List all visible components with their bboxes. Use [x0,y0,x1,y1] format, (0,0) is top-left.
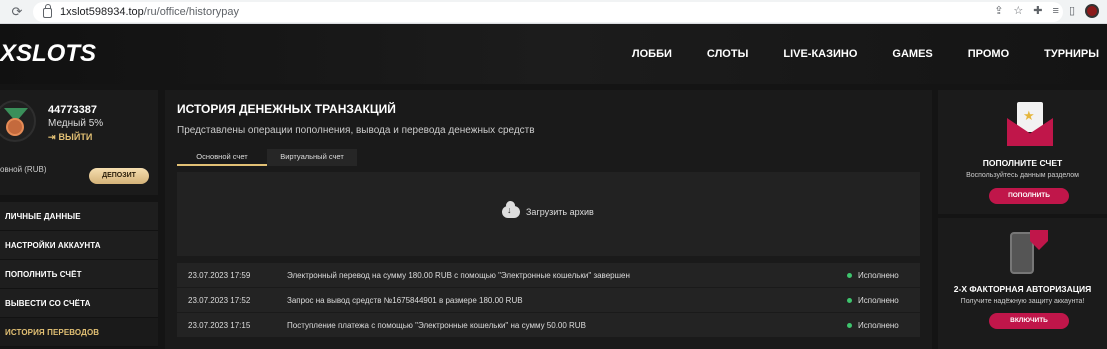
menu-topup[interactable]: ПОПОЛНИТЬ СЧЁТ [0,260,158,289]
tx-description: Электронный перевод на сумму 180.00 RUB … [287,271,630,280]
topup-title: ПОПОЛНИТЕ СЧЕТ [982,158,1063,168]
menu-personal-data[interactable]: ЛИЧНЫЕ ДАННЫЕ [0,202,158,231]
reload-icon[interactable]: ⟳ [0,4,34,20]
tx-status: Исполнено [858,321,899,330]
profile-card: 44773387 Медный 5% ⇥ ВЫЙТИ овной (RUB) ДЕ… [0,90,158,195]
twofa-card: 2-Х ФАКТОРНАЯ АВТОРИЗАЦИЯ Получите надёж… [938,218,1107,349]
nav-live-casino[interactable]: LIVE-КАЗИНО [783,48,857,60]
user-id: 44773387 [48,104,97,116]
status-dot-icon [847,323,852,328]
sidepanel-icon[interactable]: ▯ [1069,4,1075,18]
nav-promo[interactable]: ПРОМО [968,48,1009,60]
nav-tournaments[interactable]: ТУРНИРЫ [1044,48,1099,60]
twofa-subtitle: Получите надёжную защиту аккаунта! [960,298,1085,305]
url-text[interactable]: 1xslot598934.top/ru/office/historypay [60,6,239,18]
twofa-title: 2-Х ФАКТОРНАЯ АВТОРИЗАЦИЯ [953,284,1092,294]
archive-panel: Загрузить архив [177,172,920,256]
tab-main-account[interactable]: Основной счет [177,149,267,166]
cloud-download-icon [502,201,520,218]
page-subtitle: Представлены операции пополнения, вывода… [177,125,535,136]
account-tabs: Основной счет Виртуальный счет [177,149,357,166]
tx-date: 23.07.2023 17:52 [188,296,251,305]
nav-lobby[interactable]: ЛОББИ [632,48,672,60]
twofa-enable-button[interactable]: ВКЛЮЧИТЬ [989,313,1069,329]
bookmark-star-icon[interactable]: ☆ [1013,4,1023,18]
download-archive-button[interactable]: Загрузить архив [502,201,594,218]
table-row[interactable]: 23.07.2023 17:59 Электронный перевод на … [177,263,920,287]
share-icon[interactable]: ⇪ [994,4,1003,18]
profile-avatar[interactable] [1085,4,1099,18]
lock-icon[interactable] [43,4,52,18]
logout-icon: ⇥ [48,132,56,142]
status-dot-icon [847,273,852,278]
nav-slots[interactable]: СЛОТЫ [707,48,748,60]
table-row[interactable]: 23.07.2023 17:15 Поступление платежа с п… [177,313,920,337]
menu-account-settings[interactable]: НАСТРОЙКИ АККАУНТА [0,231,158,260]
tx-description: Запрос на вывод средств №1675844901 в ра… [287,296,523,305]
browser-toolbar: ⟳ 1xslot598934.top/ru/office/historypay … [0,0,1107,24]
envelope-star-icon: ★ [1007,102,1053,146]
site-header: XSLOTS ЛОББИ СЛОТЫ LIVE-КАЗИНО GAMES ПРО… [0,24,1107,84]
deposit-button[interactable]: ДЕПОЗИТ [89,168,149,184]
page-title: ИСТОРИЯ ДЕНЕЖНЫХ ТРАНЗАКЦИЙ [177,102,396,116]
topup-subtitle: Воспользуйтесь данным разделом [966,172,1079,179]
tx-date: 23.07.2023 17:59 [188,271,251,280]
address-bar[interactable]: 1xslot598934.top/ru/office/historypay [33,2,1063,22]
tx-date: 23.07.2023 17:15 [188,321,251,330]
topup-button[interactable]: ПОПОЛНИТЬ [989,188,1069,204]
tx-description: Поступление платежа с помощью "Электронн… [287,321,586,330]
tx-status: Исполнено [858,271,899,280]
extensions-icon[interactable]: ✚ [1033,4,1042,18]
table-row[interactable]: 23.07.2023 17:52 Запрос на вывод средств… [177,288,920,312]
main-nav: ЛОББИ СЛОТЫ LIVE-КАЗИНО GAMES ПРОМО ТУРН… [597,48,1099,60]
main-panel: ИСТОРИЯ ДЕНЕЖНЫХ ТРАНЗАКЦИЙ Представлены… [165,90,932,349]
user-level: Медный 5% [48,118,104,129]
menu-list-icon[interactable]: ≡ [1053,4,1059,18]
tab-virtual-account[interactable]: Виртуальный счет [267,149,357,166]
balance-label: овной (RUB) [0,165,47,174]
logout-link[interactable]: ⇥ ВЫЙТИ [48,132,92,143]
nav-games[interactable]: GAMES [892,48,932,60]
topup-card: ★ ПОПОЛНИТЕ СЧЕТ Воспользуйтесь данным р… [938,90,1107,214]
menu-withdraw[interactable]: ВЫВЕСТИ СО СЧЁТА [0,289,158,318]
menu-transfer-history[interactable]: ИСТОРИЯ ПЕРЕВОДОВ [0,318,158,347]
tx-status: Исполнено [858,296,899,305]
side-menu: ЛИЧНЫЕ ДАННЫЕ НАСТРОЙКИ АККАУНТА ПОПОЛНИ… [0,202,158,347]
site-logo[interactable]: XSLOTS [0,40,96,68]
medal-icon [0,100,36,142]
status-dot-icon [847,298,852,303]
